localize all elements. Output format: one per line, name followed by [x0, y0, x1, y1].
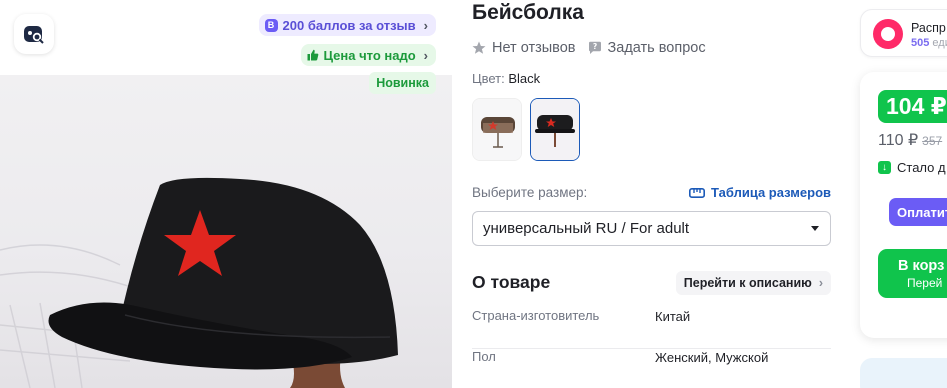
- product-photo[interactable]: [0, 75, 452, 388]
- chevron-right-icon: ›: [818, 276, 823, 290]
- ask-question-link[interactable]: ? Задать вопрос: [588, 40, 706, 56]
- seller-name: Распр: [911, 21, 946, 35]
- star-icon: [472, 41, 486, 54]
- ask-question-text: Задать вопрос: [607, 40, 706, 56]
- reviews-link[interactable]: Нет отзывов: [472, 40, 576, 56]
- go-to-description-text: Перейти к описанию: [683, 276, 812, 290]
- cap-thumbnail: [531, 99, 579, 160]
- review-bonus-text: 200 баллов за отзыв: [282, 17, 416, 33]
- size-table-link[interactable]: Таблица размеров: [689, 185, 831, 200]
- review-bonus-pill[interactable]: B 200 баллов за отзыв ›: [258, 14, 436, 36]
- spec-key: Пол: [472, 349, 496, 364]
- cap-image: [0, 177, 398, 388]
- spec-row: Пол Женский, Мужской: [472, 349, 831, 388]
- price-drop-text: Стало д: [897, 160, 946, 175]
- size-select-value: универсальный RU / For adult: [483, 220, 690, 237]
- seller-card[interactable]: Распр 505 еди: [860, 9, 947, 57]
- size-label: Выберите размер:: [472, 185, 588, 200]
- image-search-icon: [24, 26, 44, 44]
- about-title: О товаре: [472, 272, 551, 292]
- spec-key: Страна-изготовитель: [472, 308, 600, 323]
- promo-block: [860, 358, 947, 388]
- color-label: Цвет:: [472, 71, 505, 86]
- size-table-text: Таблица размеров: [711, 185, 831, 200]
- chevron-right-icon: ›: [423, 47, 428, 63]
- svg-text:?: ?: [592, 42, 596, 51]
- current-price: 104 ₽: [878, 90, 947, 123]
- add-to-cart-button[interactable]: В корз Перей: [878, 249, 947, 298]
- ruler-icon: [689, 187, 706, 198]
- spec-value: Женский, Мужской: [655, 350, 769, 365]
- seller-count: 505 еди: [911, 37, 947, 49]
- strikethrough-price: 357: [922, 134, 943, 148]
- price-drop: ↓ Стало д: [878, 160, 946, 175]
- thumbs-up-icon: [307, 49, 318, 61]
- size-select[interactable]: универсальный RU / For adult: [472, 211, 831, 246]
- product-title: Бейсболка: [472, 1, 584, 24]
- cap-thumbnail: [473, 99, 521, 160]
- new-badge: Новинка: [369, 72, 436, 94]
- add-to-cart-sublabel: Перей: [907, 276, 943, 290]
- buy-box: 104 ₽ 110 ₽357 ↓ Стало д Оплатит В корз …: [860, 72, 947, 338]
- good-price-text: Цена что надо: [323, 47, 416, 63]
- seller-logo: [873, 19, 903, 49]
- arrow-down-icon: ↓: [878, 161, 891, 174]
- add-to-cart-label: В корз: [898, 258, 945, 274]
- image-search-button[interactable]: [14, 14, 54, 54]
- reviews-text: Нет отзывов: [492, 40, 576, 56]
- question-bubble-icon: ?: [588, 41, 601, 54]
- color-value: Black: [508, 71, 541, 86]
- chevron-down-icon: [811, 226, 819, 231]
- pay-button[interactable]: Оплатит: [889, 198, 947, 226]
- color-thumb[interactable]: [472, 98, 522, 161]
- product-meta: Нет отзывов ? Задать вопрос: [472, 40, 706, 56]
- color-row: Цвет: Black: [472, 71, 540, 86]
- spec-row: Страна-изготовитель Китай: [472, 308, 831, 349]
- chevron-right-icon: ›: [423, 17, 428, 33]
- product-gallery: B 200 баллов за отзыв › Цена что надо › …: [0, 0, 452, 388]
- go-to-description-button[interactable]: Перейти к описанию ›: [675, 271, 831, 295]
- spec-value: Китай: [655, 309, 691, 324]
- color-thumb-selected[interactable]: [530, 98, 580, 161]
- good-price-pill[interactable]: Цена что надо ›: [300, 44, 436, 66]
- old-price: 110 ₽357: [878, 132, 943, 149]
- bonus-icon: B: [264, 18, 278, 32]
